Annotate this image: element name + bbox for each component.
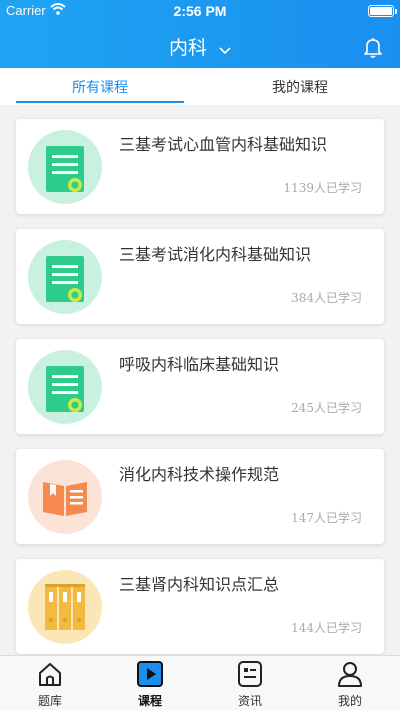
bottom-tab-bar: 题库 课程 资讯 我的 <box>0 655 400 710</box>
tabbar-item-courses[interactable]: 课程 <box>100 656 200 710</box>
status-bar: Carrier 2:56 PM <box>0 0 400 22</box>
play-icon <box>137 661 163 687</box>
top-header: Carrier 2:56 PM 内科 <box>0 0 400 68</box>
status-time: 2:56 PM <box>173 3 227 19</box>
user-icon <box>338 662 362 687</box>
tabbar-item-profile[interactable]: 我的 <box>300 656 400 710</box>
home-icon <box>39 663 61 686</box>
course-title: 三基肾内科知识点汇总 <box>119 575 280 594</box>
tabbar-item-question-bank[interactable]: 题库 <box>0 656 100 710</box>
tabbar-label: 课程 <box>137 694 162 708</box>
course-list: 三基考试心血管内科基础知识 1139人已学习 三基考试消化内科基础知识 384人… <box>0 105 400 655</box>
document-certificate-icon <box>28 130 102 204</box>
learner-count: 245人已学习 <box>291 401 362 415</box>
active-tab-indicator <box>16 101 184 103</box>
course-card[interactable]: 呼吸内科临床基础知识 245人已学习 <box>16 339 384 434</box>
tabbar-label: 资讯 <box>237 694 262 708</box>
course-card[interactable]: 消化内科技术操作规范 147人已学习 <box>16 449 384 544</box>
document-certificate-icon <box>28 240 102 314</box>
tabbar-label: 我的 <box>337 694 362 708</box>
tabbar-item-news[interactable]: 资讯 <box>200 656 300 710</box>
tabbar-label: 题库 <box>37 694 62 708</box>
course-card[interactable]: 三基肾内科知识点汇总 144人已学习 <box>16 559 384 654</box>
learner-count: 1139人已学习 <box>283 181 362 195</box>
course-title: 消化内科技术操作规范 <box>119 465 280 484</box>
news-icon <box>238 661 262 687</box>
department-selector[interactable]: 内科 <box>0 33 400 60</box>
binders-icon <box>28 570 102 644</box>
course-tabs: 所有课程 我的课程 <box>0 68 400 105</box>
bell-icon[interactable] <box>362 36 384 62</box>
document-certificate-icon <box>28 350 102 424</box>
course-card[interactable]: 三基考试消化内科基础知识 384人已学习 <box>16 229 384 324</box>
department-title: 内科 <box>168 37 207 59</box>
course-card[interactable]: 三基考试心血管内科基础知识 1139人已学习 <box>16 119 384 214</box>
course-title: 三基考试心血管内科基础知识 <box>119 135 328 154</box>
tab-all-courses[interactable]: 所有课程 <box>16 77 184 97</box>
learner-count: 144人已学习 <box>291 621 362 635</box>
open-book-icon <box>28 460 102 534</box>
chevron-down-icon <box>219 38 231 60</box>
course-title: 三基考试消化内科基础知识 <box>119 245 312 264</box>
tab-my-courses[interactable]: 我的课程 <box>216 77 384 97</box>
learner-count: 384人已学习 <box>291 291 362 305</box>
learner-count: 147人已学习 <box>291 511 362 525</box>
battery-icon <box>368 5 397 17</box>
course-title: 呼吸内科临床基础知识 <box>119 355 280 374</box>
